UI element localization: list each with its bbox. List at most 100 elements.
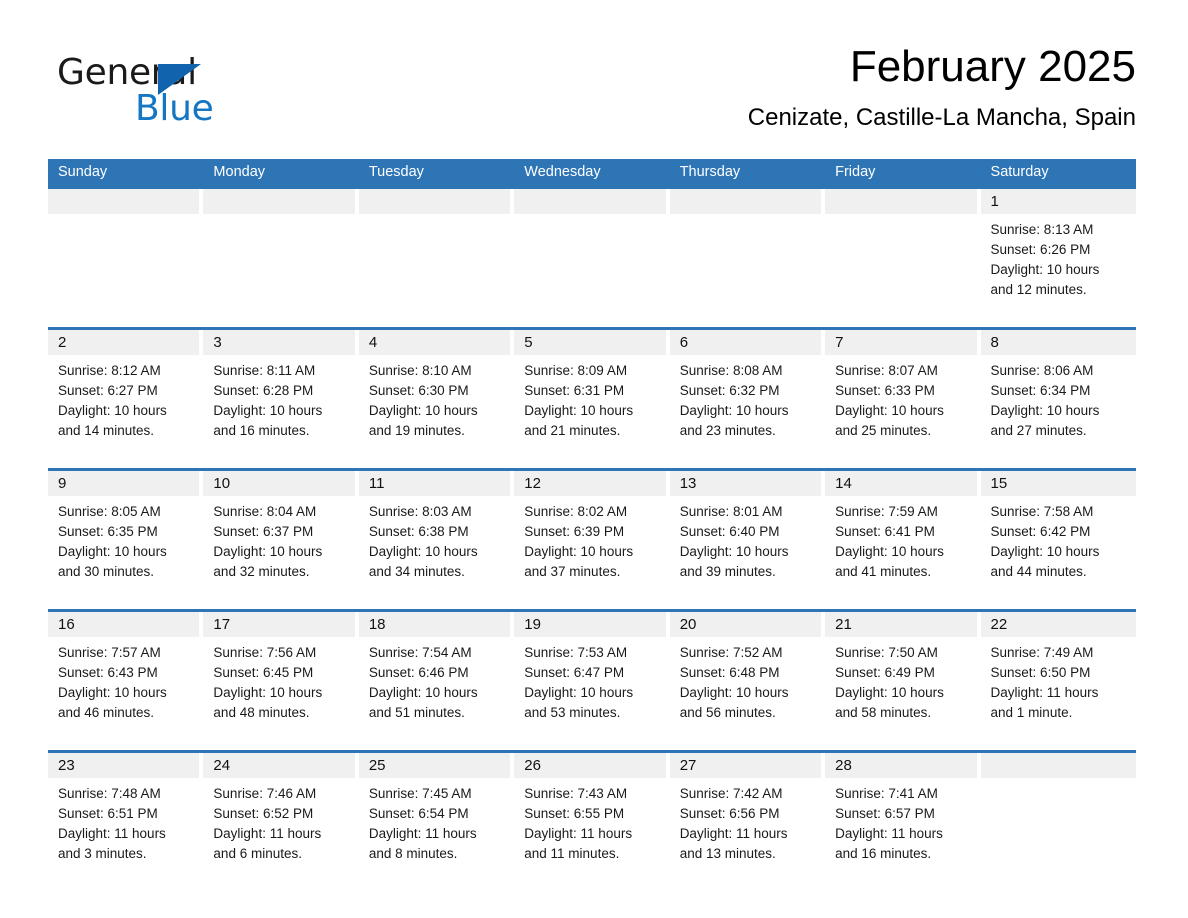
daylight-text: and 58 minutes.: [835, 705, 932, 720]
day-number: 7: [825, 330, 977, 355]
logo-text-blue: Blue: [135, 88, 214, 129]
sunset-text: Sunset: 6:28 PM: [213, 383, 314, 398]
sunrise-text: Sunrise: 8:04 AM: [213, 504, 317, 519]
sunset-text: Sunset: 6:41 PM: [835, 524, 935, 539]
day-cell[interactable]: 23 Sunrise: 7:48 AM Sunset: 6:51 PM Dayligh…: [48, 753, 203, 885]
day-cell-inner: 17 Sunrise: 7:56 AM Sunset: 6:45 PM Dayligh…: [203, 612, 355, 744]
daylight-text: Daylight: 11 hours: [213, 826, 322, 841]
day-cell[interactable]: 28 Sunrise: 7:41 AM Sunset: 6:57 PM Dayligh…: [825, 753, 980, 885]
day-details: Sunrise: 8:13 AM Sunset: 6:26 PM Daylight:…: [981, 214, 1136, 300]
day-cell[interactable]: 20 Sunrise: 7:52 AM Sunset: 6:48 PM Dayligh…: [669, 612, 825, 744]
day-details: Sunrise: 8:07 AM Sunset: 6:33 PM Daylight:…: [825, 355, 976, 441]
day-cell[interactable]: 6 Sunrise: 8:08 AM Sunset: 6:32 PM Daylight…: [669, 330, 825, 462]
day-cell[interactable]: 11 Sunrise: 8:03 AM Sunset: 6:38 PM Dayligh…: [358, 471, 514, 603]
daylight-text: Daylight: 11 hours: [679, 826, 788, 841]
day-cell[interactable]: 19 Sunrise: 7:53 AM Sunset: 6:47 PM Dayligh…: [514, 612, 669, 744]
sunset-text: Sunset: 6:46 PM: [368, 665, 469, 680]
daylight-text: and 46 minutes.: [58, 705, 155, 720]
daylight-text: Daylight: 10 hours: [835, 685, 944, 700]
daylight-text: Daylight: 11 hours: [368, 826, 477, 841]
day-cell-inner: 24 Sunrise: 7:46 AM Sunset: 6:52 PM Dayligh…: [203, 753, 355, 885]
day-cell[interactable]: 1 Sunrise: 8:13 AM Sunset: 6:26 PM Daylight…: [980, 189, 1136, 321]
day-cell[interactable]: 17 Sunrise: 7:56 AM Sunset: 6:45 PM Dayligh…: [203, 612, 358, 744]
day-cell[interactable]: 3 Sunrise: 8:11 AM Sunset: 6:28 PM Daylight…: [203, 330, 358, 462]
daylight-text: and 53 minutes.: [524, 705, 621, 720]
day-cell-inner: 9 Sunrise: 8:05 AM Sunset: 6:35 PM Daylight…: [48, 471, 200, 603]
day-cell[interactable]: 18 Sunrise: 7:54 AM Sunset: 6:46 PM Dayligh…: [358, 612, 514, 744]
week-row: 2 Sunrise: 8:12 AM Sunset: 6:27 PM Daylight…: [48, 327, 1136, 462]
day-number: 17: [203, 612, 355, 637]
day-details: Sunrise: 8:06 AM Sunset: 6:34 PM Daylight:…: [981, 355, 1136, 441]
daylight-text: Daylight: 10 hours: [213, 403, 323, 418]
sunset-text: Sunset: 6:51 PM: [58, 806, 158, 821]
day-number: 4: [358, 330, 511, 355]
day-cell[interactable]: 21 Sunrise: 7:50 AM Sunset: 6:49 PM Dayligh…: [825, 612, 980, 744]
day-cell[interactable]: 10 Sunrise: 8:04 AM Sunset: 6:37 PM Dayligh…: [203, 471, 358, 603]
sunrise-text: Sunrise: 7:54 AM: [368, 645, 472, 660]
general-blue-logo[interactable]: General Blue: [57, 52, 287, 129]
day-details: Sunrise: 7:42 AM Sunset: 6:56 PM Daylight:…: [670, 778, 821, 864]
day-number: 9: [48, 471, 200, 496]
day-cell-inner: [980, 753, 1136, 885]
day-cell[interactable]: 4 Sunrise: 8:10 AM Sunset: 6:30 PM Daylight…: [358, 330, 514, 462]
day-cell-inner: [48, 189, 200, 321]
day-number: 26: [514, 753, 666, 778]
day-details: Sunrise: 7:49 AM Sunset: 6:50 PM Daylight:…: [981, 637, 1136, 723]
sunset-text: Sunset: 6:54 PM: [368, 806, 469, 821]
day-details: Sunrise: 7:57 AM Sunset: 6:43 PM Daylight:…: [48, 637, 199, 723]
day-cell-inner: 2 Sunrise: 8:12 AM Sunset: 6:27 PM Daylight…: [48, 330, 200, 462]
day-number: 14: [825, 471, 977, 496]
day-cell-inner: 23 Sunrise: 7:48 AM Sunset: 6:51 PM Dayligh…: [48, 753, 200, 885]
page-header: General Blue February 2025 Cenizate, Cas…: [48, 40, 1136, 148]
day-number: 2: [48, 330, 200, 355]
day-number: [358, 189, 511, 214]
day-number: 18: [358, 612, 511, 637]
day-number: [203, 189, 355, 214]
day-cell[interactable]: 8 Sunrise: 8:06 AM Sunset: 6:34 PM Daylight…: [980, 330, 1136, 462]
day-cell-inner: 1 Sunrise: 8:13 AM Sunset: 6:26 PM Daylight…: [980, 189, 1136, 321]
daylight-text: Daylight: 10 hours: [368, 685, 478, 700]
day-number: 5: [514, 330, 666, 355]
sunset-text: Sunset: 6:37 PM: [213, 524, 314, 539]
day-cell-inner: 18 Sunrise: 7:54 AM Sunset: 6:46 PM Dayligh…: [358, 612, 511, 744]
daylight-text: Daylight: 10 hours: [524, 403, 634, 418]
day-cell-inner: [514, 189, 666, 321]
day-cell[interactable]: 13 Sunrise: 8:01 AM Sunset: 6:40 PM Dayligh…: [669, 471, 825, 603]
sunrise-text: Sunrise: 7:56 AM: [213, 645, 317, 660]
weekday-header-friday: Friday: [835, 164, 876, 180]
day-cell[interactable]: 2 Sunrise: 8:12 AM Sunset: 6:27 PM Daylight…: [48, 330, 203, 462]
daylight-text: and 6 minutes.: [213, 846, 302, 861]
day-cell[interactable]: 15 Sunrise: 7:58 AM Sunset: 6:42 PM Dayligh…: [980, 471, 1136, 603]
daylight-text: Daylight: 11 hours: [58, 826, 166, 841]
day-cell-empty: [669, 189, 825, 321]
day-details: Sunrise: 7:43 AM Sunset: 6:55 PM Daylight:…: [514, 778, 665, 864]
day-cell[interactable]: 27 Sunrise: 7:42 AM Sunset: 6:56 PM Dayligh…: [669, 753, 825, 885]
day-cell[interactable]: 7 Sunrise: 8:07 AM Sunset: 6:33 PM Daylight…: [825, 330, 980, 462]
day-cell[interactable]: 14 Sunrise: 7:59 AM Sunset: 6:41 PM Dayligh…: [825, 471, 980, 603]
day-cell[interactable]: 22 Sunrise: 7:49 AM Sunset: 6:50 PM Dayligh…: [980, 612, 1136, 744]
day-number: 1: [980, 189, 1136, 214]
sunset-text: Sunset: 6:27 PM: [58, 383, 158, 398]
day-cell-inner: 19 Sunrise: 7:53 AM Sunset: 6:47 PM Dayligh…: [514, 612, 666, 744]
day-cell[interactable]: 12 Sunrise: 8:02 AM Sunset: 6:39 PM Dayligh…: [514, 471, 669, 603]
sunrise-text: Sunrise: 8:12 AM: [58, 363, 161, 378]
location-subtitle: Cenizate, Castille-La Mancha, Spain: [747, 104, 1136, 131]
daylight-text: Daylight: 10 hours: [213, 544, 323, 559]
day-cell[interactable]: 25 Sunrise: 7:45 AM Sunset: 6:54 PM Dayligh…: [358, 753, 514, 885]
daylight-text: and 41 minutes.: [835, 564, 932, 579]
sunset-text: Sunset: 6:32 PM: [679, 383, 780, 398]
sunrise-text: Sunrise: 8:06 AM: [990, 363, 1094, 378]
day-cell[interactable]: 24 Sunrise: 7:46 AM Sunset: 6:52 PM Dayligh…: [203, 753, 358, 885]
day-cell[interactable]: 9 Sunrise: 8:05 AM Sunset: 6:35 PM Daylight…: [48, 471, 203, 603]
day-number: 21: [825, 612, 977, 637]
day-cell-inner: 10 Sunrise: 8:04 AM Sunset: 6:37 PM Dayligh…: [203, 471, 355, 603]
day-number: 10: [203, 471, 355, 496]
day-cell[interactable]: 5 Sunrise: 8:09 AM Sunset: 6:31 PM Daylight…: [514, 330, 669, 462]
daylight-text: and 13 minutes.: [679, 846, 776, 861]
day-cell-inner: 15 Sunrise: 7:58 AM Sunset: 6:42 PM Dayligh…: [980, 471, 1136, 603]
sunrise-text: Sunrise: 8:08 AM: [679, 363, 783, 378]
day-details: Sunrise: 8:02 AM Sunset: 6:39 PM Daylight:…: [514, 496, 665, 582]
sunrise-text: Sunrise: 8:10 AM: [368, 363, 472, 378]
day-cell[interactable]: 26 Sunrise: 7:43 AM Sunset: 6:55 PM Dayligh…: [514, 753, 669, 885]
day-cell[interactable]: 16 Sunrise: 7:57 AM Sunset: 6:43 PM Dayligh…: [48, 612, 203, 744]
